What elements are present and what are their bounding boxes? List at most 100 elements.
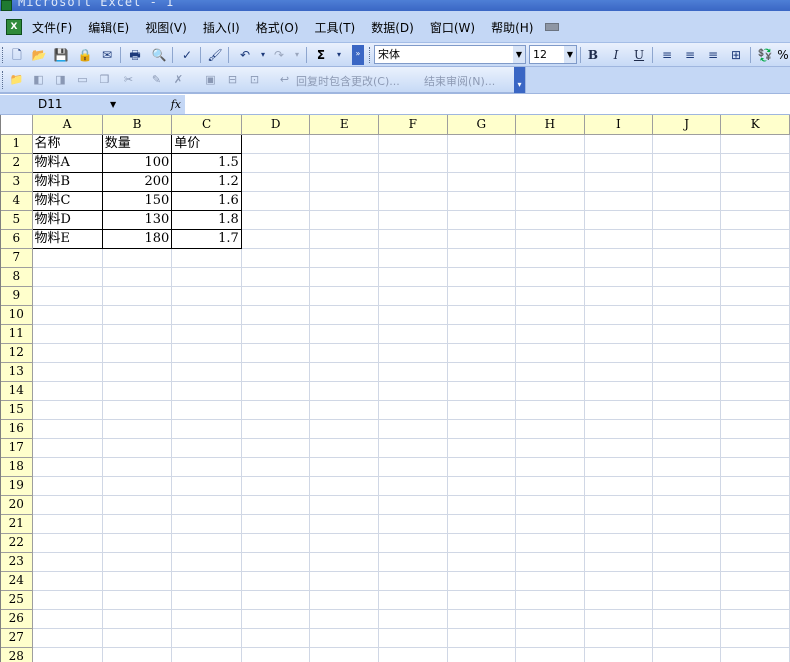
cell-i13[interactable] — [584, 362, 654, 382]
new-icon[interactable]: 🗋 — [8, 46, 26, 64]
cell-f6[interactable] — [378, 229, 448, 249]
cell-i2[interactable] — [584, 153, 654, 173]
cell-a18[interactable] — [32, 457, 103, 477]
cell-g27[interactable] — [447, 628, 517, 648]
show-all-comments-icon[interactable]: ❐ — [96, 71, 113, 88]
cell-a12[interactable] — [32, 343, 103, 363]
cell-j14[interactable] — [652, 381, 722, 401]
column-header-i[interactable]: I — [584, 115, 654, 135]
cell-c2[interactable]: 1.5 — [171, 152, 242, 173]
cell-f23[interactable] — [378, 552, 448, 572]
cell-k21[interactable] — [720, 514, 790, 534]
cell-i22[interactable] — [584, 533, 654, 553]
cell-f10[interactable] — [378, 305, 448, 325]
cell-c17[interactable] — [171, 438, 242, 458]
row-header[interactable]: 2 — [1, 153, 33, 173]
row-header[interactable]: 22 — [1, 533, 33, 553]
cell-b8[interactable] — [102, 267, 173, 287]
row-header[interactable]: 15 — [1, 400, 33, 420]
cell-c4[interactable]: 1.6 — [171, 190, 242, 211]
cell-k17[interactable] — [720, 438, 790, 458]
cell-k4[interactable] — [720, 191, 790, 211]
cell-c22[interactable] — [171, 533, 242, 553]
cell-h1[interactable] — [515, 134, 585, 154]
cell-j15[interactable] — [652, 400, 722, 420]
cell-j21[interactable] — [652, 514, 722, 534]
cell-k28[interactable] — [720, 647, 790, 662]
cell-k9[interactable] — [720, 286, 790, 306]
cell-e20[interactable] — [309, 495, 379, 515]
cell-g3[interactable] — [447, 172, 517, 192]
cell-a1[interactable]: 名称 — [31, 133, 103, 154]
cell-j16[interactable] — [652, 419, 722, 439]
menu-tools[interactable]: 工具(T) — [307, 19, 364, 36]
menu-format[interactable]: 格式(O) — [248, 19, 307, 36]
cell-b20[interactable] — [102, 495, 173, 515]
cell-k11[interactable] — [720, 324, 790, 344]
cell-f22[interactable] — [378, 533, 448, 553]
cell-f13[interactable] — [378, 362, 448, 382]
reply-icon[interactable]: ↩ — [276, 71, 293, 88]
cell-i10[interactable] — [584, 305, 654, 325]
cell-f4[interactable] — [378, 191, 448, 211]
cell-g5[interactable] — [447, 210, 517, 230]
cell-d28[interactable] — [241, 647, 311, 662]
underline-button[interactable]: U — [629, 46, 649, 64]
menu-insert[interactable]: 插入(I) — [195, 19, 248, 36]
redo-icon[interactable]: ↷ — [270, 46, 288, 64]
cell-d12[interactable] — [241, 343, 311, 363]
cell-b24[interactable] — [102, 571, 173, 591]
cell-i16[interactable] — [584, 419, 654, 439]
cell-j3[interactable] — [652, 172, 722, 192]
italic-button[interactable]: I — [606, 46, 626, 64]
cell-h7[interactable] — [515, 248, 585, 268]
cell-c6[interactable]: 1.7 — [171, 228, 242, 249]
cell-h12[interactable] — [515, 343, 585, 363]
cell-h25[interactable] — [515, 590, 585, 610]
cell-h15[interactable] — [515, 400, 585, 420]
cell-b21[interactable] — [102, 514, 173, 534]
cell-a5[interactable]: 物料D — [31, 209, 103, 230]
cell-b4[interactable]: 150 — [101, 190, 173, 211]
cell-e14[interactable] — [309, 381, 379, 401]
cell-a10[interactable] — [32, 305, 103, 325]
cell-k13[interactable] — [720, 362, 790, 382]
cell-j2[interactable] — [652, 153, 722, 173]
cell-f25[interactable] — [378, 590, 448, 610]
cell-d15[interactable] — [241, 400, 311, 420]
cell-i12[interactable] — [584, 343, 654, 363]
cell-k16[interactable] — [720, 419, 790, 439]
row-header[interactable]: 10 — [1, 305, 33, 325]
cell-d26[interactable] — [241, 609, 311, 629]
row-header[interactable]: 25 — [1, 590, 33, 610]
cell-f8[interactable] — [378, 267, 448, 287]
workbook-icon[interactable]: X — [6, 19, 22, 35]
cell-g17[interactable] — [447, 438, 517, 458]
cell-f16[interactable] — [378, 419, 448, 439]
cell-i5[interactable] — [584, 210, 654, 230]
cell-a25[interactable] — [32, 590, 103, 610]
cell-d4[interactable] — [241, 191, 311, 211]
cell-g26[interactable] — [447, 609, 517, 629]
cell-e28[interactable] — [309, 647, 379, 662]
cell-c11[interactable] — [171, 324, 242, 344]
cell-j10[interactable] — [652, 305, 722, 325]
cell-d16[interactable] — [241, 419, 311, 439]
cell-j12[interactable] — [652, 343, 722, 363]
cell-b10[interactable] — [102, 305, 173, 325]
cell-g22[interactable] — [447, 533, 517, 553]
cell-e17[interactable] — [309, 438, 379, 458]
cell-b28[interactable] — [102, 647, 173, 662]
cell-j24[interactable] — [652, 571, 722, 591]
cell-k6[interactable] — [720, 229, 790, 249]
cell-c25[interactable] — [171, 590, 242, 610]
cell-h19[interactable] — [515, 476, 585, 496]
accept-change-icon[interactable]: ✎ — [148, 71, 165, 88]
cell-a13[interactable] — [32, 362, 103, 382]
cell-i4[interactable] — [584, 191, 654, 211]
cell-e3[interactable] — [309, 172, 379, 192]
cell-e24[interactable] — [309, 571, 379, 591]
cell-g16[interactable] — [447, 419, 517, 439]
cell-e11[interactable] — [309, 324, 379, 344]
cell-j5[interactable] — [652, 210, 722, 230]
